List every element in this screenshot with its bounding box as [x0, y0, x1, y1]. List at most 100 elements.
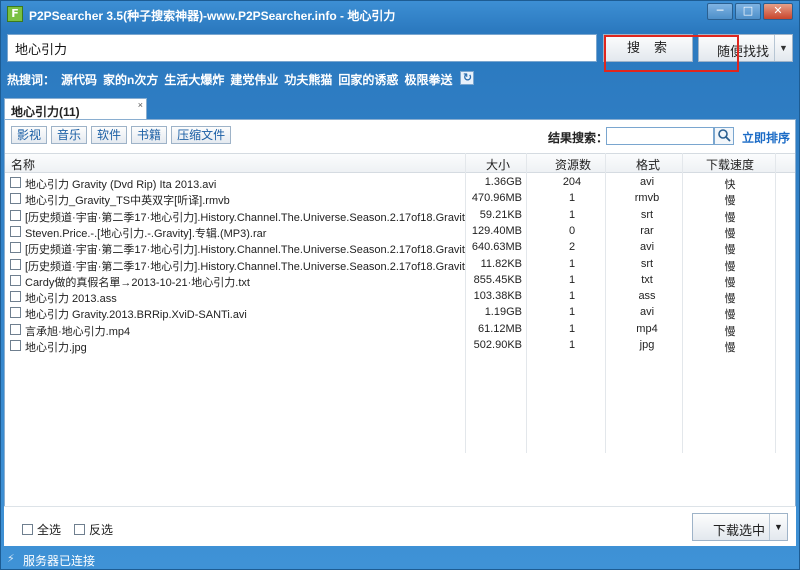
app-window: F P2PSearcher 3.5(种子搜索神器)-www.P2PSearche…	[0, 0, 800, 570]
row-checkbox[interactable]	[10, 323, 21, 335]
filter-software-button[interactable]: 软件	[91, 126, 128, 144]
checkbox-box[interactable]	[22, 524, 33, 535]
file-name: [历史频道·宇宙·第二季17·地心引力].History.Channel.The…	[25, 211, 465, 224]
hot-word[interactable]: 源代码	[61, 71, 97, 87]
file-name: Steven.Price.-.[地心引力.-.Gravity].专辑.(MP3)…	[25, 227, 267, 240]
close-button[interactable]: ✕	[763, 3, 793, 20]
status-text: 服务器已连接	[23, 554, 96, 568]
column-header-format[interactable]: 格式	[636, 156, 660, 173]
download-speed: 慢	[724, 195, 736, 208]
file-size: 61.12MB	[477, 322, 522, 335]
source-count: 1	[568, 273, 576, 286]
filter-video-button[interactable]: 影视	[11, 126, 48, 144]
hot-word[interactable]: 家的n次方	[103, 71, 158, 87]
file-name: 地心引力 Gravity.2013.BRRip.XviD-SANTi.avi	[25, 309, 247, 322]
hot-word[interactable]: 生活大爆炸	[164, 71, 224, 87]
source-count: 1	[568, 208, 576, 221]
search-button[interactable]: 搜索	[603, 34, 693, 62]
source-count: 1	[568, 192, 576, 205]
row-checkbox[interactable]	[10, 209, 21, 221]
row-checkbox[interactable]	[10, 340, 21, 351]
table-row[interactable]: 地心引力 Gravity (Dvd Rip) Ita 2013.avi 1.36G…	[5, 175, 795, 191]
file-format: ass	[638, 290, 656, 303]
file-format: jpg	[639, 339, 655, 351]
row-checkbox[interactable]	[10, 242, 21, 254]
select-all-checkbox[interactable]: 全选	[22, 521, 61, 538]
random-search-label: 随便找找	[717, 44, 770, 59]
hot-word[interactable]: 极限拳送	[404, 71, 452, 87]
filter-books-button[interactable]: 书籍	[131, 126, 168, 144]
row-checkbox[interactable]	[10, 177, 21, 188]
download-speed: 慢	[724, 342, 736, 354]
window-title: P2PSearcher 3.5(种子搜索神器)-www.P2PSearcher.…	[29, 9, 396, 23]
table-row[interactable]: [历史频道·宇宙·第二季17·地心引力].History.Channel.The…	[5, 208, 795, 224]
file-size: 470.96MB	[471, 192, 522, 205]
download-speed: 慢	[724, 260, 736, 273]
row-checkbox[interactable]	[10, 274, 21, 286]
sort-now-link[interactable]: 立即排序	[742, 129, 790, 146]
source-count: 1	[568, 339, 576, 351]
result-search-input[interactable]	[606, 127, 714, 145]
source-count: 1	[568, 290, 576, 303]
table-row[interactable]: Steven.Price.-.[地心引力.-.Gravity].专辑.(MP3)…	[5, 224, 795, 240]
results-panel: 影视 音乐 软件 书籍 压缩文件 结果搜索： 立即排序 名称 大小 资源数 格式…	[4, 119, 796, 546]
column-header-name[interactable]: 名称	[11, 156, 35, 173]
column-header-speed[interactable]: 下载速度	[706, 156, 754, 173]
table-row[interactable]: [历史频道·宇宙·第二季17·地心引力].History.Channel.The…	[5, 240, 795, 256]
table-row[interactable]: 地心引力.jpg 502.90KB 1 jpg 慢	[5, 338, 795, 354]
column-header-sources[interactable]: 资源数	[555, 156, 591, 173]
result-search-label: 结果搜索：	[548, 131, 609, 145]
source-count: 1	[568, 322, 576, 335]
file-name: [历史频道·宇宙·第二季17·地心引力].History.Channel.The…	[25, 260, 465, 273]
table-row[interactable]: [历史频道·宇宙·第二季17·地心引力].History.Channel.The…	[5, 257, 795, 273]
category-filters: 影视 音乐 软件 书籍 压缩文件	[11, 126, 232, 144]
maximize-button[interactable]: □	[735, 3, 761, 20]
minimize-button[interactable]: ─	[707, 3, 733, 20]
checkbox-box[interactable]	[74, 524, 85, 535]
download-selected-label: 下载选中	[713, 523, 766, 538]
tab-label: 地心引力(11)	[11, 105, 80, 119]
chevron-down-icon[interactable]: ▼	[769, 514, 787, 540]
table-row[interactable]: 言承旭·地心引力.mp4 61.12MB 1 mp4 慢	[5, 322, 795, 338]
hot-word[interactable]: 功夫熊猫	[284, 71, 332, 87]
hot-word[interactable]: 回家的诱惑	[338, 71, 398, 87]
table-header: 名称 大小 资源数 格式 下载速度	[5, 153, 795, 173]
refresh-icon[interactable]: ↻	[460, 71, 475, 85]
table-row[interactable]: 地心引力_Gravity_TS中英双字[听译].rmvb 470.96MB 1 rmv…	[5, 191, 795, 207]
download-selected-button[interactable]: 下载选中 ▼	[692, 513, 788, 541]
invert-selection-checkbox[interactable]: 反选	[74, 521, 113, 538]
title-bar[interactable]: F P2PSearcher 3.5(种子搜索神器)-www.P2PSearche…	[1, 1, 799, 27]
file-size: 1.36GB	[484, 176, 522, 188]
search-icon[interactable]	[714, 127, 734, 145]
table-row[interactable]: 地心引力 Gravity.2013.BRRip.XviD-SANTi.avi 1.…	[5, 305, 795, 321]
file-name: 地心引力 2013.ass	[25, 293, 117, 306]
file-size: 129.40MB	[471, 224, 522, 237]
file-format: avi	[639, 306, 655, 319]
row-checkbox[interactable]	[10, 193, 21, 205]
table-row[interactable]: 地心引力 2013.ass 103.38KB 1 ass 慢	[5, 289, 795, 305]
download-speed: 快	[724, 179, 736, 191]
row-checkbox[interactable]	[10, 291, 21, 303]
select-all-label: 全选	[37, 523, 62, 537]
row-checkbox[interactable]	[10, 225, 21, 237]
hot-words-label: 热搜词：	[7, 73, 56, 87]
row-checkbox[interactable]	[10, 258, 21, 270]
source-count: 204	[562, 176, 582, 188]
filter-music-button[interactable]: 音乐	[51, 126, 88, 144]
download-speed: 慢	[724, 325, 736, 338]
table-row[interactable]: Cardy做的真假名單→2013-10-21·地心引力.txt 855.45KB 1…	[5, 273, 795, 289]
file-size: 855.45KB	[473, 273, 522, 286]
tab-results[interactable]: 地心引力(11) ×	[4, 98, 147, 120]
hot-words-bar: 热搜词： 源代码 家的n次方 生活大爆炸 建党伟业 功夫熊猫 回家的诱惑 极限拳…	[7, 71, 475, 87]
hot-word[interactable]: 建党伟业	[230, 71, 278, 87]
column-header-size[interactable]: 大小	[486, 156, 510, 173]
random-search-button[interactable]: 随便找找 ▼	[698, 34, 793, 62]
close-icon[interactable]: ×	[138, 100, 143, 110]
filter-archive-button[interactable]: 压缩文件	[171, 126, 232, 144]
search-input[interactable]	[7, 34, 597, 62]
row-checkbox[interactable]	[10, 307, 21, 319]
chevron-down-icon[interactable]: ▼	[774, 35, 792, 61]
app-logo-icon: F	[7, 6, 23, 22]
file-size: 640.63MB	[471, 241, 522, 254]
search-icon-glyph	[718, 129, 731, 142]
